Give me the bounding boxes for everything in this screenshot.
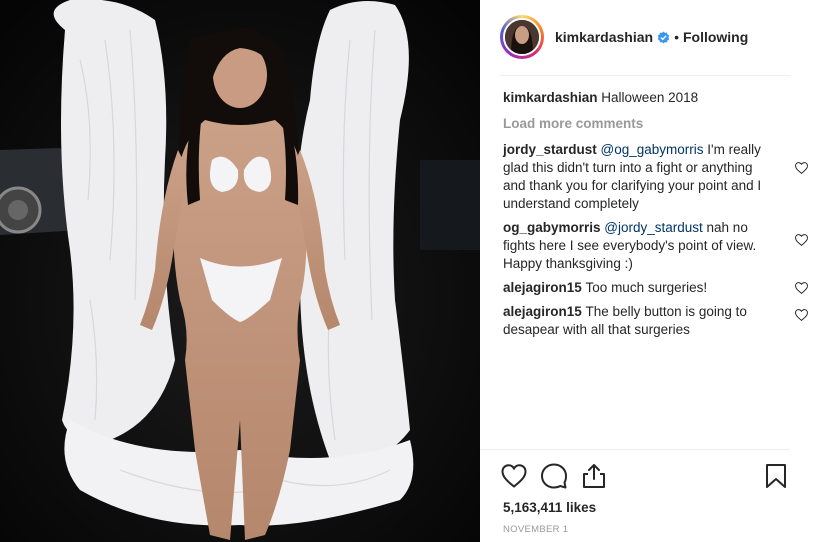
- comment-item: jordy_stardust @og_gabymorris I'm really…: [503, 141, 808, 213]
- comment-username[interactable]: og_gabymorris: [503, 220, 604, 235]
- actions-divider: [480, 449, 790, 450]
- avatar[interactable]: [503, 18, 541, 56]
- comment-like-heart-icon[interactable]: [795, 234, 808, 246]
- comment-like-heart-icon[interactable]: [795, 309, 808, 321]
- post-username[interactable]: kimkardashian: [555, 29, 653, 45]
- bookmark-icon[interactable]: [762, 462, 790, 490]
- caption-username[interactable]: kimkardashian: [503, 90, 601, 105]
- share-icon[interactable]: [580, 462, 608, 490]
- comment-username[interactable]: alejagiron15: [503, 280, 586, 295]
- comment-mention[interactable]: @og_gabymorris: [601, 142, 704, 157]
- comments-section: kimkardashian Halloween 2018 Load more c…: [503, 89, 808, 345]
- comment-like-heart-icon[interactable]: [795, 162, 808, 174]
- following-button[interactable]: Following: [683, 29, 748, 45]
- post-photo[interactable]: [0, 0, 480, 542]
- comment-text: Too much surgeries!: [585, 280, 708, 295]
- comment-item: alejagiron15 The belly button is going t…: [503, 303, 808, 339]
- post-image: [0, 0, 480, 542]
- caption-text: Halloween 2018: [601, 90, 699, 105]
- post-caption: kimkardashian Halloween 2018: [503, 89, 788, 107]
- avatar-image: [505, 20, 539, 54]
- comment-like-heart-icon[interactable]: [795, 282, 808, 294]
- comment-username[interactable]: alejagiron15: [503, 304, 586, 319]
- header-divider: [500, 75, 790, 76]
- post-details-panel: kimkardashian • Following kimkardashian …: [480, 0, 814, 542]
- comment-icon[interactable]: [540, 462, 568, 490]
- heart-icon[interactable]: [500, 462, 528, 490]
- header-line: kimkardashian • Following: [555, 29, 748, 45]
- comment-username[interactable]: jordy_stardust: [503, 142, 601, 157]
- comment-mention[interactable]: @jordy_stardust: [604, 220, 703, 235]
- load-more-comments-button[interactable]: Load more comments: [503, 115, 788, 133]
- post-actions: [500, 462, 790, 490]
- story-ring[interactable]: [500, 15, 544, 59]
- verified-badge-icon: [657, 30, 670, 44]
- like-count[interactable]: 5,163,411 likes: [503, 500, 596, 515]
- post-date[interactable]: NOVEMBER 1: [503, 524, 568, 535]
- comment-item: alejagiron15 Too much surgeries!: [503, 279, 808, 297]
- header-separator: •: [674, 29, 679, 45]
- comment-item: og_gabymorris @jordy_stardust nah no fig…: [503, 219, 808, 273]
- post-header: kimkardashian • Following: [480, 0, 814, 75]
